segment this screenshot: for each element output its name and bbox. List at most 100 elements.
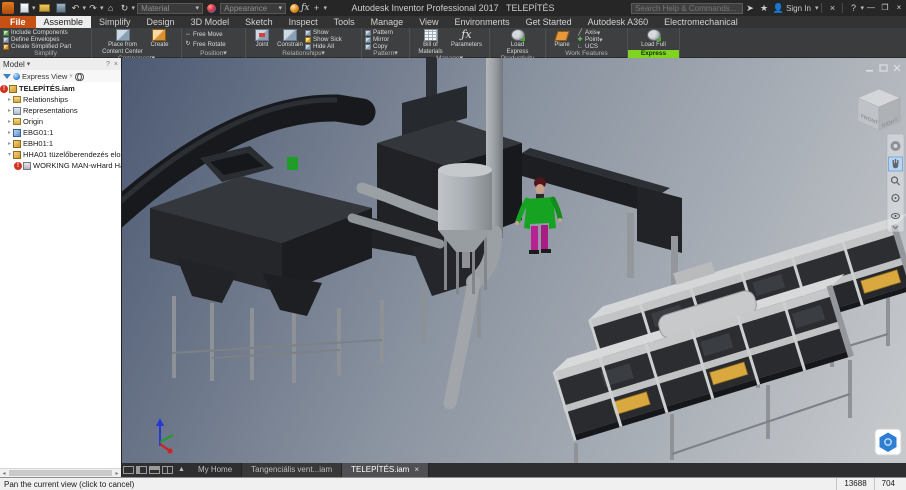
help-icon[interactable]: ? [847,2,859,14]
tab-design[interactable]: Design [139,16,183,28]
tree-item-working-man[interactable]: ! WORKING MAN-wHard Hat:1 (Unresolved) [0,160,121,171]
tree-item-relationships[interactable]: Relationships [0,94,121,105]
tab-simplify[interactable]: Simplify [91,16,139,28]
search-input[interactable] [631,3,743,14]
navigation-bar[interactable] [887,134,904,232]
scroll-right-icon[interactable]: ▸ [113,470,121,477]
browser-title-dropdown-icon[interactable] [27,60,31,68]
tile-horizontal-icon[interactable] [149,466,160,474]
free-move-button[interactable]: ↔ Free Move [185,29,226,39]
expand-arrow-icon[interactable] [6,118,13,125]
undo-button[interactable]: ↶ [70,2,82,14]
doc-tab-my-home[interactable]: My Home [189,463,242,477]
parameters-button[interactable]: ƒx Parameters [449,29,485,49]
expand-arrow-icon[interactable] [6,96,13,103]
free-rotate-button[interactable]: ↻ Free Rotate [185,39,226,49]
a360-badge[interactable] [875,429,901,455]
mirror-button[interactable]: Mirror [365,36,393,43]
load-express-button[interactable]: Load Express [501,29,535,55]
expand-arrow-icon[interactable] [6,140,13,147]
redo-dropdown-icon[interactable] [100,4,104,12]
search-go-icon[interactable]: ➤ [744,2,756,14]
tab-view[interactable]: View [411,16,446,28]
parameters-fx-button[interactable]: ƒx [301,3,309,13]
tab-close-icon[interactable] [414,463,419,477]
model-viewport[interactable]: FRONT RIGHT [122,58,906,463]
tree-item-root[interactable]: ! TELEPÍTÉS.iam [0,83,121,94]
load-full-button[interactable]: Load Full [637,29,671,49]
update-dropdown-icon[interactable] [132,4,136,12]
scrollbar-thumb[interactable] [9,470,112,476]
appearance-select[interactable]: Appearance [220,3,286,14]
doc-tab-tangencialis[interactable]: Tangenciális vent...iam [242,463,342,477]
tree-item-ebg01[interactable]: EBG01:1 [0,127,121,138]
tab-list-expand-icon[interactable]: ▲ [178,463,185,477]
qat-customize-dropdown-icon[interactable] [323,4,327,12]
constrain-button[interactable]: Constrain [277,29,303,49]
tab-inspect[interactable]: Inspect [281,16,326,28]
home-button[interactable]: ⌂ [105,2,117,14]
tab-get-started[interactable]: Get Started [518,16,580,28]
doc-tab-telepites-active[interactable]: TELEPÍTÉS.iam [342,463,429,477]
clean-screen-icon[interactable] [123,466,134,474]
create-component-button[interactable]: Create [147,29,173,49]
material-select[interactable]: Material [137,3,203,14]
bill-of-materials-button[interactable]: Bill of Materials [415,29,447,55]
plane-button[interactable]: Plane [549,29,575,49]
material-color-icon[interactable] [207,4,216,13]
copy-button[interactable]: Copy [365,43,393,50]
ucs-button[interactable]: ∟ UCS [577,43,603,50]
tree-item-hha01[interactable]: HHA01 tüzelőberendezés elosztó vezetékke… [0,149,121,160]
show-button[interactable]: Show [305,29,342,36]
point-button[interactable]: ✚ Point [577,36,603,43]
search-binoculars-icon[interactable] [75,73,84,79]
tab-tools[interactable]: Tools [326,16,363,28]
pattern-button[interactable]: Pattern [365,29,393,36]
sign-in-person-icon[interactable]: 👤 [772,2,784,14]
favorites-star-icon[interactable]: ★ [758,2,770,14]
open-button[interactable] [39,4,50,12]
cascade-windows-icon[interactable] [136,466,147,474]
tab-file[interactable]: File [0,16,36,28]
exchange-apps-icon[interactable] [826,2,838,14]
browser-filter-row[interactable]: Express View [0,70,121,82]
minimize-button[interactable]: — [864,2,878,14]
tab-3d-model[interactable]: 3D Model [183,16,238,28]
define-envelopes-button[interactable]: Define Envelopes [3,36,71,43]
hide-all-button[interactable]: Hide All [305,43,342,50]
create-simplified-part-button[interactable]: Create Simplified Part [3,43,71,50]
tree-item-origin[interactable]: Origin [0,116,121,127]
sign-in-button[interactable]: Sign In [786,4,811,13]
view-filter-value[interactable]: Express View [22,72,67,81]
pattern-panel-dropdown-icon[interactable] [394,50,398,57]
new-file-dropdown-icon[interactable] [32,4,36,12]
sign-in-dropdown-icon[interactable] [815,4,819,12]
view-cube[interactable]: FRONT RIGHT [858,89,900,130]
position-panel-dropdown-icon[interactable] [223,50,227,57]
expand-arrow-icon[interactable] [6,129,13,136]
expand-arrow-icon[interactable] [6,107,13,114]
tab-environments[interactable]: Environments [447,16,518,28]
close-button[interactable] [892,2,906,14]
tree-item-ebh01[interactable]: EBH01:1 [0,138,121,149]
tab-electromechanical[interactable]: Electromechanical [656,16,746,28]
place-from-content-center-button[interactable]: Place from Content Center [101,29,145,55]
update-button[interactable]: ↻ [119,2,131,14]
inventor-app-icon[interactable] [2,2,14,14]
joint-button[interactable]: Joint [249,29,275,49]
filter-funnel-icon[interactable] [3,74,11,79]
tab-assemble[interactable]: Assemble [36,16,92,28]
browser-horizontal-scrollbar[interactable]: ◂ ▸ [0,468,121,477]
new-file-button[interactable] [20,3,29,13]
tree-item-representations[interactable]: Representations [0,105,121,116]
expand-arrow-icon[interactable] [6,151,13,158]
view-filter-dropdown-icon[interactable] [69,72,73,80]
tab-sketch[interactable]: Sketch [237,16,281,28]
save-button[interactable] [56,3,66,13]
browser-close-icon[interactable] [114,61,118,68]
relationships-panel-dropdown-icon[interactable] [321,50,325,57]
add-qat-button[interactable]: + [310,2,322,14]
undo-dropdown-icon[interactable] [83,4,87,12]
browser-header[interactable]: Model ? [0,58,121,70]
tile-vertical-icon[interactable] [162,466,173,474]
